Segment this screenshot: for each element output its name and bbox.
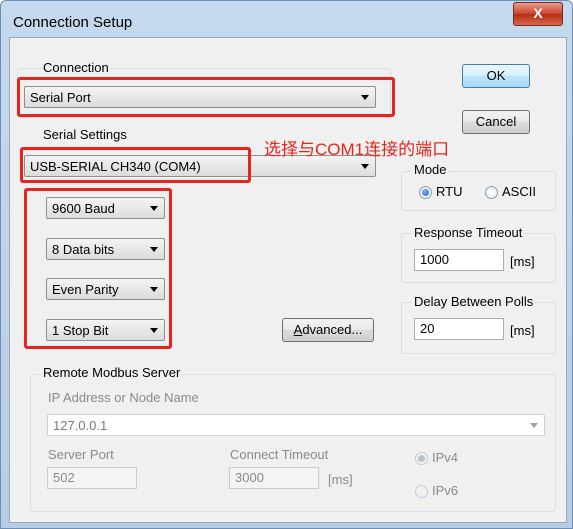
- window-title: Connection Setup: [13, 14, 133, 31]
- rtu-label[interactable]: RTU: [436, 184, 462, 199]
- highlight-serial-params: [24, 188, 172, 349]
- highlight-connection: [17, 77, 395, 117]
- response-timeout-label: Response Timeout: [412, 225, 525, 240]
- cancel-button[interactable]: Cancel: [462, 110, 530, 134]
- dialog-client-area: Connection Serial Port OK Cancel Serial …: [9, 37, 567, 523]
- ipv6-radio[interactable]: [415, 485, 428, 498]
- serial-settings-label: Serial Settings: [41, 127, 129, 142]
- delay-polls-input[interactable]: 20: [414, 318, 504, 340]
- ipv4-label[interactable]: IPv4: [432, 450, 458, 465]
- ip-address-label: IP Address or Node Name: [48, 390, 199, 405]
- delay-polls-label: Delay Between Polls: [412, 294, 536, 309]
- ipv4-radio[interactable]: [415, 452, 428, 465]
- annotation-text: 选择与COM1连接的端口: [264, 140, 450, 159]
- advanced-button[interactable]: Advanced...: [282, 318, 374, 342]
- response-timeout-input[interactable]: 1000: [414, 249, 504, 271]
- ascii-radio[interactable]: [485, 186, 498, 199]
- advanced-label: dvanced...: [302, 322, 363, 337]
- connect-timeout-unit: [ms]: [328, 472, 353, 487]
- mode-label: Mode: [412, 162, 449, 177]
- connection-group-label: Connection: [41, 60, 111, 75]
- connect-timeout-input[interactable]: 3000: [229, 467, 319, 489]
- ip-address-select[interactable]: 127.0.0.1: [47, 414, 545, 436]
- delay-polls-unit: [ms]: [510, 323, 535, 338]
- ok-button[interactable]: OK: [462, 64, 530, 88]
- connection-setup-window: Connection Setup X Connection Serial Por…: [0, 0, 573, 529]
- ipv6-label[interactable]: IPv6: [432, 483, 458, 498]
- remote-server-label: Remote Modbus Server: [41, 365, 183, 380]
- server-port-label: Server Port: [48, 447, 114, 462]
- ascii-label[interactable]: ASCII: [502, 184, 536, 199]
- chevron-down-icon: [361, 164, 369, 169]
- highlight-serial-port: [20, 147, 251, 183]
- radio-selected-dot: [418, 455, 425, 462]
- chevron-down-icon: [530, 423, 538, 428]
- connect-timeout-label: Connect Timeout: [230, 447, 329, 462]
- radio-selected-dot: [422, 189, 429, 196]
- ip-address-value: 127.0.0.1: [53, 418, 108, 433]
- close-button[interactable]: X: [513, 2, 563, 26]
- response-timeout-unit: [ms]: [510, 254, 535, 269]
- server-port-input[interactable]: 502: [47, 467, 137, 489]
- rtu-radio[interactable]: [419, 186, 432, 199]
